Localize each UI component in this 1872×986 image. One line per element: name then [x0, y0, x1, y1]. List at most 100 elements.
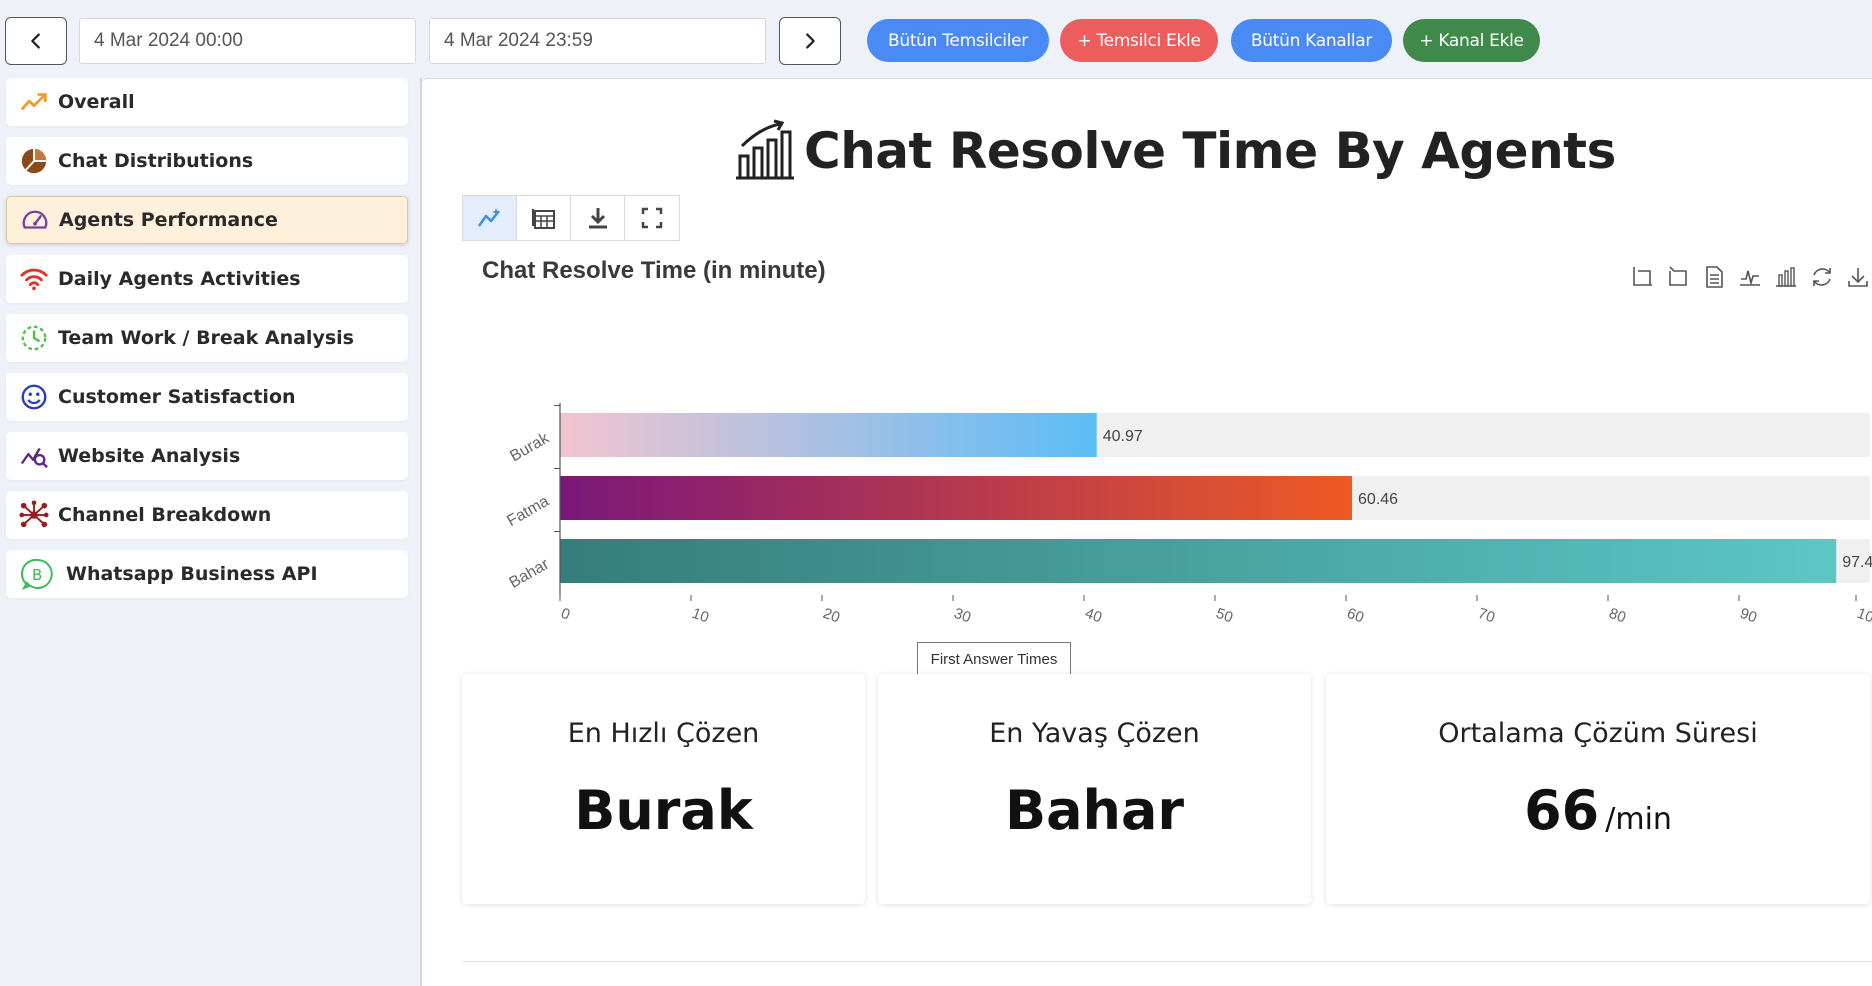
x-tick-label: 80 [1607, 605, 1628, 627]
x-tick-label: 60 [1345, 605, 1366, 627]
x-tick-label: 0 [559, 605, 573, 624]
sidebar-item-overall[interactable]: Overall [6, 78, 408, 126]
zoom-select-icon [1633, 267, 1652, 286]
card-value: Burak [462, 779, 865, 842]
card-value-text: Burak [574, 779, 753, 842]
tooltip-first-answer-times: First Answer Times [917, 642, 1071, 676]
pie-chart-icon [18, 145, 50, 177]
x-tick-label: 90 [1738, 605, 1759, 627]
sidebar-item-label: Agents Performance [59, 209, 278, 231]
sidebar-item-whatsapp-business-api[interactable]: B Whatsapp Business API [6, 550, 408, 598]
smiley-icon [18, 381, 50, 413]
sidebar-item-label: Channel Breakdown [58, 504, 272, 526]
sidebar-item-agents-performance[interactable]: Agents Performance [6, 196, 408, 244]
chevron-left-icon [31, 33, 40, 49]
bar-fatma[interactable] [560, 476, 1353, 520]
slowest-resolver-card: En Yavaş Çözen Bahar [878, 674, 1311, 904]
document-icon [1706, 266, 1723, 288]
card-value-text: Bahar [1004, 779, 1185, 842]
x-tick-label: 50 [1214, 605, 1235, 627]
card-label: En Hızlı Çözen [567, 718, 760, 749]
zoom-select-button[interactable] [1628, 263, 1656, 291]
bar-chart-icon [1776, 267, 1796, 287]
table-icon [531, 209, 555, 229]
card-label: Ortalama Çözüm Süresi [1438, 718, 1758, 749]
sidebar-item-website-analysis[interactable]: Website Analysis [6, 432, 408, 480]
fullscreen-icon [641, 207, 663, 229]
data-label: 97.42 [1842, 554, 1872, 571]
prev-date-button[interactable] [5, 17, 67, 65]
sidebar: Overall Chat Distributions Agents Perfor… [0, 78, 420, 986]
add-channel-button[interactable]: + Kanal Ekle [1403, 19, 1540, 62]
resolve-time-bar-chart: 40.97 Burak 60.46 Fatma 97.42 Bahar 0 10 20 30 40 5… [504, 403, 1872, 630]
bar-bahar[interactable] [560, 539, 1837, 583]
line-chart-button[interactable] [1736, 263, 1764, 291]
download-icon [588, 208, 607, 229]
chart-view-button[interactable] [463, 196, 517, 240]
bar-burak[interactable] [560, 413, 1097, 457]
average-resolve-time-card: Ortalama Çözüm Süresi 66/min [1326, 674, 1870, 904]
sidebar-item-label: Team Work / Break Analysis [58, 327, 354, 349]
all-agents-button[interactable]: Bütün Temsilciler [867, 19, 1049, 62]
x-tick-label: 10 [690, 605, 711, 627]
speedometer-icon [19, 204, 51, 236]
download-button[interactable] [571, 196, 625, 240]
sidebar-item-label: Daily Agents Activities [58, 268, 301, 290]
page-title: Chat Resolve Time By Agents [804, 122, 1616, 180]
sidebar-item-label: Overall [58, 91, 135, 113]
data-label: 40.97 [1103, 428, 1143, 445]
clock-icon [18, 322, 50, 354]
x-tick-label: 70 [1476, 605, 1497, 627]
sidebar-item-chat-distributions[interactable]: Chat Distributions [6, 137, 408, 185]
bottom-divider [462, 961, 1872, 962]
sidebar-item-channel-breakdown[interactable]: Channel Breakdown [6, 491, 408, 539]
data-view-button[interactable] [1700, 263, 1728, 291]
card-value: Bahar [878, 779, 1311, 842]
main-panel: Chat Resolve Time By Agents Chat Resolve… [422, 78, 1872, 986]
refresh-icon [1813, 268, 1831, 286]
sidebar-item-daily-agents-activities[interactable]: Daily Agents Activities [6, 255, 408, 303]
card-unit: /min [1605, 802, 1672, 837]
trend-up-icon [18, 86, 50, 118]
bar-chart-growth-icon [736, 119, 794, 180]
sidebar-item-team-work-break-analysis[interactable]: Team Work / Break Analysis [6, 314, 408, 362]
line-chart-icon [1740, 270, 1760, 287]
whatsapp-business-icon: B [18, 558, 58, 591]
chart-title: Chat Resolve Time (in minute) [482, 257, 826, 284]
zoom-reset-button[interactable] [1664, 263, 1692, 291]
svg-text:B: B [32, 566, 42, 584]
bar-chart-button[interactable] [1772, 263, 1800, 291]
category-label: Burak [507, 429, 553, 465]
wifi-icon [18, 263, 50, 295]
x-tick-label: 40 [1083, 605, 1104, 627]
x-tick-label: 30 [952, 605, 973, 627]
sidebar-item-customer-satisfaction[interactable]: Customer Satisfaction [6, 373, 408, 421]
fastest-resolver-card: En Hızlı Çözen Burak [462, 674, 865, 904]
sidebar-item-label: Customer Satisfaction [58, 386, 296, 408]
table-view-button[interactable] [517, 196, 571, 240]
chart-toolbox [1628, 263, 1872, 291]
chart-view-icon [477, 208, 500, 227]
page-header: Chat Resolve Time By Agents [732, 111, 1632, 191]
end-date-input[interactable] [429, 18, 766, 64]
add-agent-button[interactable]: + Temsilci Ekle [1060, 19, 1218, 62]
fullscreen-button[interactable] [625, 196, 679, 240]
all-channels-button[interactable]: Bütün Kanallar [1231, 19, 1392, 62]
next-date-button[interactable] [779, 17, 841, 65]
save-image-button[interactable] [1844, 263, 1872, 291]
card-label: En Yavaş Çözen [989, 718, 1200, 749]
analytics-icon [18, 440, 50, 472]
chevron-right-icon [806, 33, 815, 49]
x-tick-label: 100 [1855, 605, 1872, 630]
start-date-input[interactable] [79, 18, 416, 64]
card-value: 66/min [1326, 779, 1870, 842]
sidebar-item-label: Whatsapp Business API [66, 563, 318, 585]
sidebar-item-label: Chat Distributions [58, 150, 254, 172]
data-label: 60.46 [1358, 491, 1398, 508]
view-toolbar [462, 195, 680, 241]
sidebar-item-label: Website Analysis [58, 445, 241, 467]
card-value-text: 66 [1524, 779, 1600, 842]
restore-button[interactable] [1808, 263, 1836, 291]
download-icon [1848, 268, 1868, 287]
category-label: Bahar [507, 555, 553, 591]
